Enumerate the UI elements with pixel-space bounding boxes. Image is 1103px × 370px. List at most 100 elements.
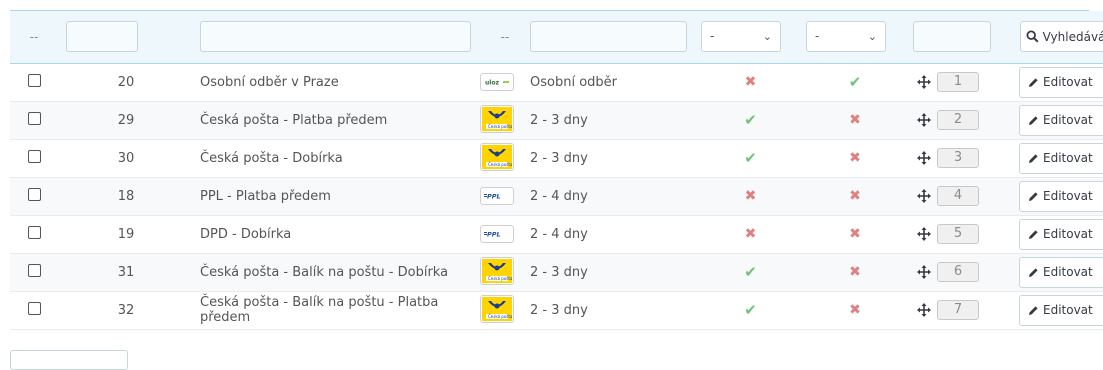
- caret-down-icon[interactable]: ▼: [1096, 106, 1103, 135]
- edit-button-group[interactable]: Editovat▼: [1019, 294, 1103, 326]
- caret-down-icon[interactable]: ▼: [1096, 182, 1103, 211]
- edit-button-label: Editovat: [1043, 189, 1093, 203]
- check-icon[interactable]: ✔: [849, 73, 862, 91]
- row-checkbox[interactable]: [27, 111, 41, 125]
- position-value: 5: [937, 223, 979, 244]
- position-value: 6: [937, 261, 979, 282]
- row-checkbox[interactable]: [27, 73, 41, 87]
- carrier-delay: 2 - 4 dny: [530, 177, 708, 216]
- carrier-name: PPL - Platba předem: [194, 177, 480, 216]
- table-row[interactable]: 30 Česká pošta - Dobírka Česká pošta 2 - 3 …: [10, 139, 1103, 178]
- edit-button-group[interactable]: Editovat▼: [1019, 66, 1103, 98]
- table-row[interactable]: 20 Osobní odběr v Praze uloz Osobní odběr ✖ ✔…: [10, 63, 1103, 102]
- carrier-id: 20: [58, 63, 194, 102]
- name-filter-input[interactable]: [200, 21, 471, 53]
- svg-text:uloz: uloz: [485, 80, 499, 87]
- table-row[interactable]: 29 Česká pošta - Platba předem Česká pošta…: [10, 101, 1103, 140]
- free-shipping-status: ✔: [708, 291, 809, 330]
- carriers-table: -- -- -⌄ -⌄ Vyhledávání 20Osobní odběr v…: [10, 11, 1103, 330]
- position-value: 1: [937, 71, 979, 92]
- row-checkbox[interactable]: [27, 149, 41, 163]
- edit-button[interactable]: Editovat: [1020, 219, 1096, 249]
- edit-button[interactable]: Editovat: [1020, 105, 1096, 135]
- edit-button-group[interactable]: Editovat▼: [1019, 142, 1103, 174]
- svg-text:PPL: PPL: [487, 231, 501, 239]
- edit-button[interactable]: Editovat: [1020, 295, 1096, 325]
- free-shipping-status: ✖: [708, 63, 809, 102]
- free-shipping-status: ✖: [708, 215, 809, 254]
- caret-down-icon[interactable]: ▼: [1096, 68, 1103, 97]
- carrier-name: Česká pošta - Balík na poštu - Dobírka: [194, 253, 480, 292]
- check-icon[interactable]: ✔: [744, 111, 757, 129]
- carrier-delay: 2 - 3 dny: [530, 139, 708, 178]
- pencil-icon: [1029, 267, 1038, 277]
- svg-text:Česká pošta: Česká pošta: [488, 276, 512, 281]
- check-icon[interactable]: ✔: [744, 149, 757, 167]
- edit-button-group[interactable]: Editovat▼: [1019, 180, 1103, 212]
- pencil-icon: [1029, 305, 1038, 315]
- drag-move-icon[interactable]: [917, 188, 931, 203]
- edit-button[interactable]: Editovat: [1020, 67, 1096, 97]
- bulk-actions-button[interactable]: [10, 350, 128, 370]
- carrier-name: DPD - Dobírka: [194, 215, 480, 254]
- cross-icon[interactable]: ✖: [849, 112, 861, 128]
- default-filter-select[interactable]: - ⌄: [806, 21, 886, 53]
- position-filter-input[interactable]: [913, 21, 991, 53]
- edit-button-group[interactable]: Editovat▼: [1019, 104, 1103, 136]
- free-shipping-status: ✔: [708, 253, 809, 292]
- drag-move-icon[interactable]: [917, 74, 931, 89]
- delay-filter-input[interactable]: [530, 21, 687, 53]
- carrier-id: 19: [58, 215, 194, 254]
- check-icon[interactable]: ✔: [744, 301, 757, 319]
- search-button[interactable]: Vyhledávání: [1020, 21, 1103, 53]
- id-filter-input[interactable]: [66, 21, 138, 53]
- edit-button-group[interactable]: Editovat▼: [1019, 256, 1103, 288]
- edit-button-label: Editovat: [1043, 227, 1093, 241]
- free-shipping-filter-select[interactable]: - ⌄: [701, 21, 781, 53]
- edit-button[interactable]: Editovat: [1020, 143, 1096, 173]
- cross-icon[interactable]: ✖: [849, 188, 861, 204]
- caret-down-icon[interactable]: ▼: [1096, 296, 1103, 325]
- row-checkbox[interactable]: [27, 187, 41, 201]
- table-row[interactable]: 31 Česká pošta - Balík na poštu - Dobírka…: [10, 253, 1103, 292]
- row-checkbox[interactable]: [27, 225, 41, 239]
- table-row[interactable]: 18 PPL - Platba předem PPL 2 - 4 dny ✖ ✖ 4 Edit…: [10, 177, 1103, 216]
- edit-button-group[interactable]: Editovat▼: [1019, 218, 1103, 250]
- free-shipping-status: ✔: [708, 139, 809, 178]
- pencil-icon: [1029, 153, 1038, 163]
- cross-icon[interactable]: ✖: [849, 302, 861, 318]
- table-row[interactable]: 19DPD - Dobírka PPL 2 - 4 dny ✖ ✖ 5 Editovat▼: [10, 215, 1103, 254]
- drag-move-icon[interactable]: [917, 112, 931, 127]
- svg-text:PPL: PPL: [487, 193, 501, 201]
- cross-icon[interactable]: ✖: [849, 226, 861, 242]
- pencil-icon: [1029, 77, 1038, 87]
- caret-down-icon[interactable]: ▼: [1096, 144, 1103, 173]
- position-value: 3: [937, 147, 979, 168]
- table-row[interactable]: 32 Česká pošta - Balík na poštu - Platba …: [10, 291, 1103, 330]
- carrier-id: 29: [58, 101, 194, 140]
- free-shipping-status: ✔: [708, 101, 809, 140]
- cross-icon[interactable]: ✖: [745, 226, 757, 242]
- row-checkbox[interactable]: [27, 263, 41, 277]
- carriers-list: -- -- -⌄ -⌄ Vyhledávání 20Osobní odběr v…: [0, 0, 1103, 370]
- edit-button[interactable]: Editovat: [1020, 181, 1096, 211]
- drag-move-icon[interactable]: [917, 150, 931, 165]
- drag-move-icon[interactable]: [917, 226, 931, 241]
- row-checkbox[interactable]: [27, 301, 41, 315]
- svg-text:Česká pošta: Česká pošta: [488, 314, 512, 319]
- drag-move-icon[interactable]: [917, 264, 931, 279]
- default-status: ✖: [809, 101, 913, 140]
- cross-icon[interactable]: ✖: [745, 188, 757, 204]
- default-status: ✔: [809, 63, 913, 102]
- ulozenka-logo: uloz: [480, 73, 514, 91]
- drag-move-icon[interactable]: [917, 302, 931, 317]
- carrier-name: Česká pošta - Balík na poštu - Platba př…: [194, 291, 480, 330]
- caret-down-icon[interactable]: ▼: [1096, 258, 1103, 287]
- cross-icon[interactable]: ✖: [849, 150, 861, 166]
- edit-button[interactable]: Editovat: [1020, 257, 1096, 287]
- cross-icon[interactable]: ✖: [849, 264, 861, 280]
- cross-icon[interactable]: ✖: [745, 74, 757, 90]
- search-button-label: Vyhledávání: [1042, 29, 1103, 44]
- caret-down-icon[interactable]: ▼: [1096, 220, 1103, 249]
- check-icon[interactable]: ✔: [744, 263, 757, 281]
